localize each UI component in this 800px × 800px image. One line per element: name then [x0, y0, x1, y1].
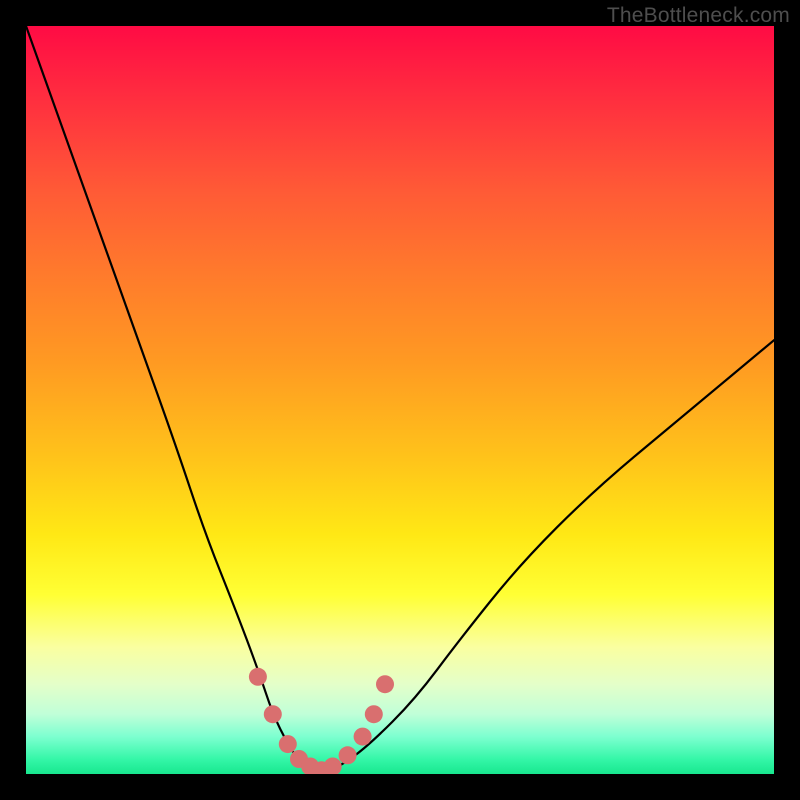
- marker-dot: [376, 675, 394, 693]
- chart-svg: [26, 26, 774, 774]
- marker-dot: [339, 746, 357, 764]
- marker-dot: [365, 705, 383, 723]
- outer-frame: TheBottleneck.com: [0, 0, 800, 800]
- plot-area: [26, 26, 774, 774]
- marker-dot: [279, 735, 297, 753]
- marker-group: [249, 668, 394, 774]
- marker-dot: [264, 705, 282, 723]
- marker-dot: [324, 758, 342, 775]
- marker-dot: [249, 668, 267, 686]
- watermark-text: TheBottleneck.com: [607, 4, 790, 28]
- bottleneck-curve: [26, 26, 774, 772]
- marker-dot: [354, 728, 372, 746]
